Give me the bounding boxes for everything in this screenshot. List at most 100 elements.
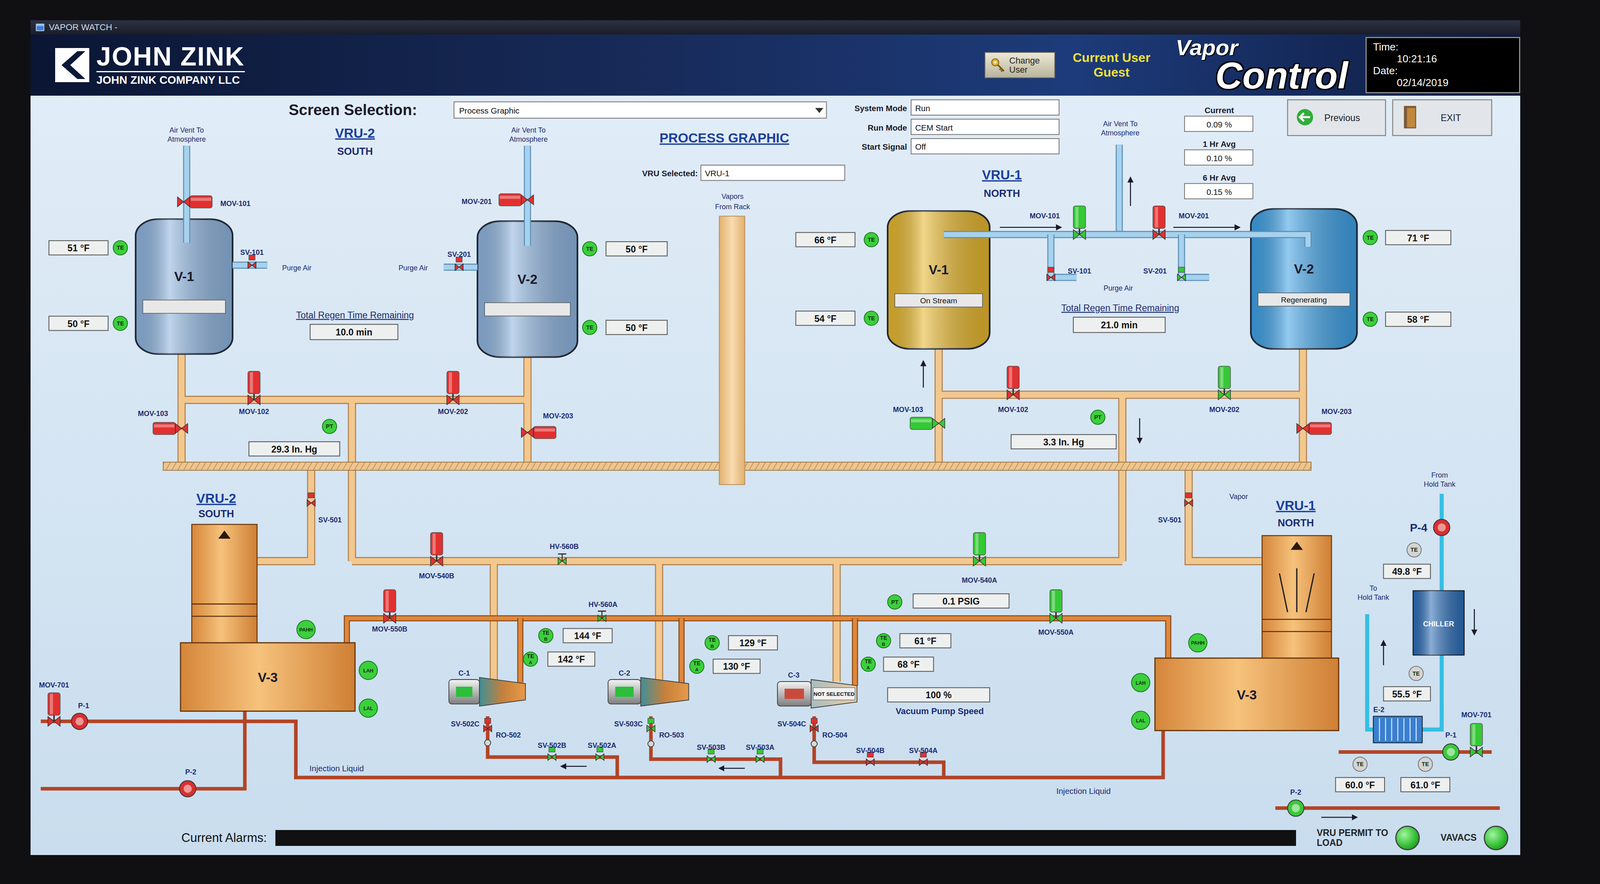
exit-button[interactable]: EXIT bbox=[1392, 99, 1492, 136]
sensor[interactable]: 0.1 PSIGPT bbox=[887, 593, 1010, 609]
heat-exchanger[interactable]: E-2 bbox=[1373, 705, 1423, 743]
svg-text:MOV-203: MOV-203 bbox=[542, 411, 574, 420]
screen: VAPOR WATCH - JOHN ZINK JOHN ZINK COMPAN… bbox=[30, 20, 1521, 855]
diagram-label: To bbox=[1369, 584, 1377, 593]
sensor[interactable]: 3.3 In. HgPT bbox=[1011, 409, 1117, 449]
svg-text:LAL: LAL bbox=[363, 705, 374, 712]
sensor[interactable]: LAL bbox=[359, 698, 378, 717]
valve[interactable]: MOV-540A bbox=[961, 532, 998, 584]
svg-text:CEM Start: CEM Start bbox=[915, 122, 953, 132]
pump[interactable]: P-1 bbox=[71, 701, 90, 729]
compressor[interactable]: C-3NOT SELECTED bbox=[777, 670, 858, 708]
vapor-pipe bbox=[1188, 465, 1262, 561]
valve[interactable]: MOV-102 bbox=[238, 371, 270, 416]
valve[interactable]: SV-201 bbox=[1143, 266, 1186, 281]
sensor[interactable]: LAH bbox=[1131, 673, 1150, 692]
separator-tank[interactable]: V-3 bbox=[1154, 535, 1339, 731]
valve[interactable]: MOV-550B bbox=[372, 589, 408, 633]
sensor[interactable]: 130 °FTEA bbox=[689, 658, 760, 674]
valve[interactable]: MOV-701 bbox=[1461, 710, 1492, 757]
sensor[interactable]: 50 °FTE bbox=[582, 319, 668, 335]
valve[interactable]: SV-503A bbox=[745, 743, 775, 762]
sensor[interactable]: 66 °FTE bbox=[795, 232, 879, 247]
compressor[interactable]: C-2 bbox=[607, 668, 689, 706]
valve[interactable]: SV-504A bbox=[909, 746, 938, 766]
sensor[interactable]: PAHH bbox=[1188, 633, 1207, 652]
valve[interactable]: MOV-550A bbox=[1038, 589, 1074, 636]
valve[interactable]: MOV-203 bbox=[1296, 407, 1352, 435]
valve[interactable]: SV-504C bbox=[777, 717, 819, 732]
valve[interactable]: SV-502A bbox=[587, 741, 617, 760]
valve[interactable]: HV-560A bbox=[588, 600, 618, 622]
valve[interactable]: SV-504B bbox=[855, 746, 885, 766]
sensor[interactable]: 129 °FTEB bbox=[705, 635, 778, 650]
valve[interactable]: MOV-102 bbox=[998, 365, 1029, 414]
svg-text:SV-201: SV-201 bbox=[447, 250, 471, 259]
valve[interactable]: MOV-201 bbox=[461, 193, 534, 206]
sensor[interactable]: 51 °FTE bbox=[48, 240, 128, 255]
sensor[interactable]: 68 °FTEA bbox=[861, 656, 934, 672]
vessel[interactable]: V-2Regenerating bbox=[1250, 208, 1357, 349]
compressor[interactable]: C-1 bbox=[448, 668, 526, 706]
valve[interactable]: SV-501 bbox=[307, 492, 342, 524]
sensor[interactable]: LAH bbox=[359, 660, 378, 679]
valve[interactable]: SV-502B bbox=[537, 741, 567, 760]
valve[interactable]: MOV-202 bbox=[438, 371, 469, 416]
valve[interactable]: MOV-540B bbox=[419, 532, 455, 580]
previous-button[interactable]: Previous bbox=[1287, 99, 1386, 136]
pump[interactable]: P-1 bbox=[1442, 730, 1460, 760]
change-user-button[interactable]: Change User bbox=[984, 51, 1056, 79]
sensor[interactable]: 49.8 °FTE bbox=[1383, 542, 1431, 579]
vru-selected-field[interactable]: VRU-1 bbox=[700, 165, 845, 181]
valve[interactable]: HV-560B bbox=[549, 542, 579, 564]
brand: JOHN ZINK bbox=[96, 43, 245, 73]
valve[interactable]: MOV-103 bbox=[892, 405, 945, 430]
diagram-label: Air Vent To bbox=[1103, 119, 1138, 128]
sensor[interactable]: LAL bbox=[1131, 710, 1150, 729]
valve[interactable]: MOV-203 bbox=[521, 411, 574, 439]
valve[interactable]: MOV-701 bbox=[38, 680, 70, 726]
valve[interactable]: SV-503C bbox=[614, 717, 656, 732]
valve[interactable]: SV-503B bbox=[696, 743, 726, 762]
caret-icon bbox=[815, 107, 824, 114]
sensor[interactable]: 50 °FTE bbox=[48, 315, 128, 331]
valve[interactable]: MOV-101 bbox=[1029, 205, 1086, 239]
valve[interactable]: SV-101 bbox=[240, 248, 264, 269]
separator-tank[interactable]: V-3 bbox=[180, 524, 356, 712]
sensor[interactable]: 55.5 °FTE bbox=[1383, 665, 1431, 701]
sensor[interactable]: 54 °FTE bbox=[795, 310, 879, 325]
sensor[interactable]: 50 °FTE bbox=[582, 241, 668, 256]
valve[interactable]: MOV-202 bbox=[1209, 365, 1240, 414]
chiller[interactable]: CHILLER bbox=[1413, 590, 1465, 655]
svg-text:TE: TE bbox=[693, 659, 701, 667]
sensor[interactable]: 58 °FTE bbox=[1363, 311, 1451, 327]
orifice: RO-503 bbox=[648, 730, 685, 747]
flow-arrow-icon bbox=[719, 767, 745, 769]
valve[interactable]: MOV-201 bbox=[1152, 205, 1209, 239]
pump[interactable]: P-2 bbox=[1287, 788, 1304, 816]
flow-arrow-icon bbox=[1000, 226, 1062, 228]
sensor[interactable]: 29.3 In. HgPT bbox=[248, 419, 340, 456]
sensor[interactable]: PAHH bbox=[296, 619, 316, 639]
sensor[interactable]: 144 °FTEB bbox=[538, 628, 612, 643]
svg-text:SV-504A: SV-504A bbox=[909, 746, 938, 755]
rack-vapor-pipe bbox=[719, 215, 745, 485]
door-icon bbox=[1403, 105, 1417, 129]
valve[interactable]: SV-201 bbox=[447, 250, 471, 271]
sensor[interactable]: 60.0 °FTE bbox=[1335, 756, 1385, 792]
pump[interactable]: P-2 bbox=[179, 767, 197, 797]
sensor[interactable]: 142 °FTEA bbox=[523, 651, 595, 666]
pump[interactable]: P-4 bbox=[1409, 519, 1450, 536]
valve[interactable]: SV-101 bbox=[1046, 266, 1092, 281]
air-pipe bbox=[525, 145, 531, 246]
sensor[interactable]: 61 °FTEB bbox=[876, 633, 952, 648]
svg-text:B: B bbox=[881, 641, 885, 647]
valve[interactable]: MOV-103 bbox=[138, 409, 188, 435]
sensor[interactable]: 61.0 °FTE bbox=[1400, 756, 1450, 792]
screen-dropdown[interactable]: Process Graphic bbox=[453, 101, 827, 118]
mode-field: System ModeRun bbox=[854, 99, 1060, 116]
valve[interactable]: SV-501 bbox=[1157, 492, 1193, 524]
sensor[interactable]: 71 °FTE bbox=[1363, 230, 1451, 245]
valve[interactable]: SV-502C bbox=[450, 717, 492, 732]
valve[interactable]: MOV-101 bbox=[177, 195, 251, 208]
